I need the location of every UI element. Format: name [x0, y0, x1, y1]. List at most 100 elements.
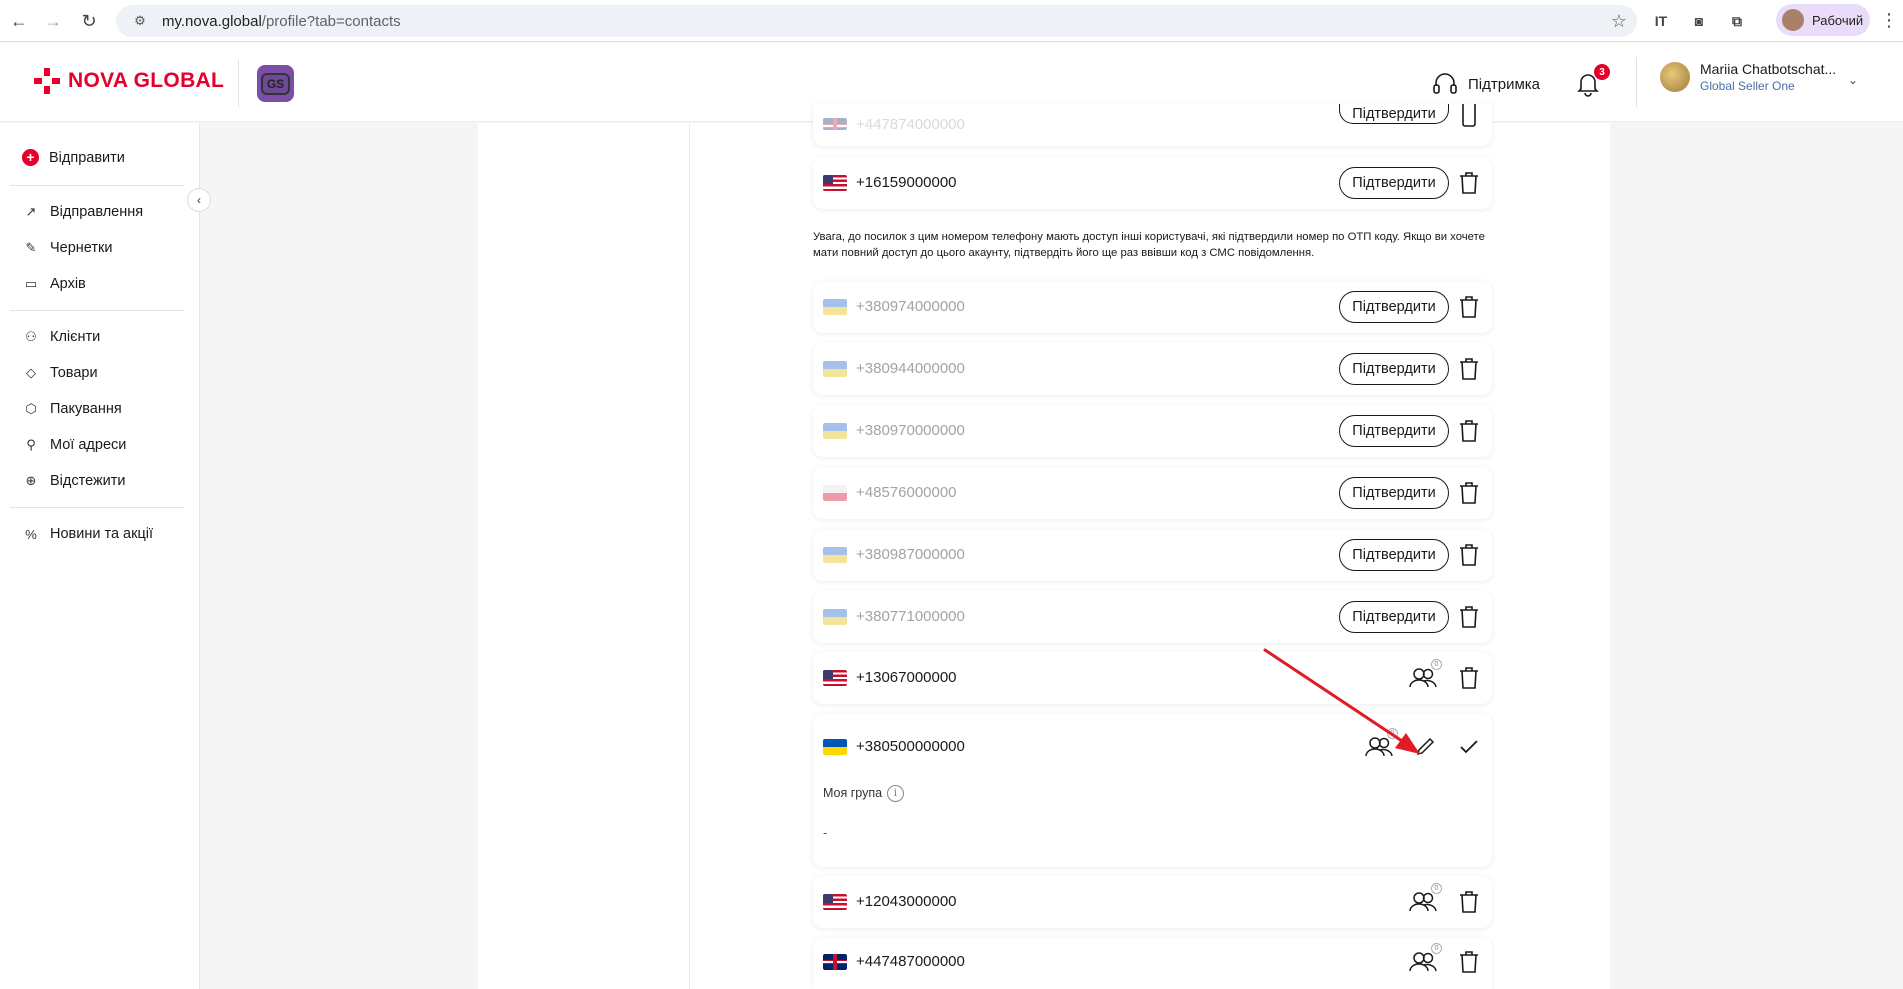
sidebar-item-track[interactable]: ⊕ Відстежити — [22, 472, 126, 490]
contact-row: +12043000000 0 — [813, 876, 1492, 928]
trash-icon[interactable] — [1456, 949, 1482, 975]
nova-global-logo[interactable]: NOVA GLOBAL — [34, 68, 224, 94]
contact-phone: +447874000000 — [856, 116, 965, 133]
trash-icon[interactable] — [1456, 604, 1482, 630]
chevron-down-icon[interactable]: ⌄ — [1848, 73, 1858, 87]
sidebar-item-send[interactable]: + Відправити — [22, 149, 125, 166]
shared-access-notice: Увага, до посилок з цим номером телефону… — [813, 231, 1485, 259]
flag-pl-icon — [823, 485, 847, 501]
address-bar[interactable]: ⚙ my.nova.global/profile?tab=contacts ☆ — [116, 5, 1637, 37]
group-value: - — [823, 825, 828, 840]
support-link[interactable]: Підтримка — [1432, 72, 1540, 96]
confirm-button[interactable]: Підтвердити — [1339, 291, 1449, 323]
confirm-button[interactable]: Підтвердити — [1339, 104, 1449, 124]
arrow-up-right-icon: ↗ — [25, 204, 37, 219]
sidebar-item-packaging[interactable]: ⬡ Пакування — [22, 400, 122, 418]
browser-menu-icon[interactable]: ⋮ — [1880, 10, 1898, 31]
sidebar-item-label: Відстежити — [50, 473, 126, 489]
sidebar-item-label: Чернетки — [50, 240, 113, 256]
contact-row: +16159000000 Підтвердити — [813, 157, 1492, 209]
sidebar: + Відправити ↗ Відправлення ✎ Чернетки ▭… — [0, 123, 200, 989]
sidebar-item-drafts[interactable]: ✎ Чернетки — [22, 239, 113, 257]
trash-icon[interactable] — [1456, 542, 1482, 568]
header-divider — [1636, 57, 1637, 107]
sidebar-item-label: Пакування — [50, 401, 122, 417]
sidebar-item-label: Відправлення — [50, 204, 144, 220]
sidebar-item-clients[interactable]: ⚇ Клієнти — [22, 328, 100, 346]
brand-name: NOVA GLOBAL — [68, 69, 225, 92]
contact-phone: +48576000000 — [856, 484, 957, 501]
flag-us-icon — [823, 175, 847, 191]
flag-us-icon — [823, 670, 847, 686]
percent-icon: % — [25, 526, 37, 542]
profile-label: Рабочий — [1812, 12, 1864, 28]
confirm-button[interactable]: Підтвердити — [1339, 477, 1449, 509]
contact-phone: +380500000000 — [856, 738, 965, 755]
trash-icon[interactable] — [1456, 889, 1482, 915]
contact-row: +447487000000 0 — [813, 937, 1492, 989]
sidebar-item-news[interactable]: % Новини та акції — [22, 525, 153, 543]
group-count-badge: 0 — [1431, 659, 1442, 670]
contact-row: +380970000000 Підтвердити — [813, 405, 1492, 457]
group-count-badge: 0 — [1431, 943, 1442, 954]
translate-extension-icon[interactable]: IT — [1650, 10, 1672, 32]
support-label: Підтримка — [1468, 75, 1541, 93]
back-icon[interactable]: ← — [2, 4, 36, 38]
contact-phone: +380970000000 — [856, 422, 965, 439]
checkmark-icon[interactable] — [1456, 734, 1482, 760]
contact-row: +13067000000 0 — [813, 652, 1492, 704]
edit-icon: ✎ — [25, 240, 37, 255]
flag-us-icon — [823, 894, 847, 910]
confirm-button[interactable]: Підтвердити — [1339, 539, 1449, 571]
sidebar-divider — [10, 507, 184, 508]
archive-icon: ▭ — [24, 276, 38, 291]
global-seller-badge[interactable]: GS — [257, 65, 294, 102]
box-icon: ⬡ — [25, 401, 37, 416]
sidebar-item-addresses[interactable]: ⚲ Мої адреси — [22, 436, 126, 454]
trash-icon[interactable] — [1456, 665, 1482, 691]
flag-gb-icon — [823, 954, 847, 970]
sidebar-item-archive[interactable]: ▭ Архів — [22, 275, 86, 293]
user-role: Global Seller One — [1700, 79, 1795, 93]
pencil-edit-icon[interactable] — [1412, 734, 1438, 760]
flag-gb-icon — [823, 118, 847, 130]
confirm-button[interactable]: Підтвердити — [1339, 415, 1449, 447]
group-label: Моя група — [823, 786, 883, 800]
contact-phone: +380944000000 — [856, 360, 965, 377]
flag-ua-icon — [823, 739, 847, 755]
contact-row: +48576000000 Підтвердити — [813, 467, 1492, 519]
camera-extension-icon[interactable]: ◙ — [1688, 10, 1710, 32]
info-icon[interactable]: i — [887, 785, 904, 802]
trash-icon[interactable] — [1456, 104, 1482, 130]
contact-phone: +12043000000 — [856, 893, 957, 910]
sidebar-item-label: Відправити — [49, 149, 125, 166]
users-icon: ⚇ — [25, 329, 37, 344]
extensions-puzzle-icon[interactable]: ⧉ — [1726, 10, 1748, 32]
trash-icon[interactable] — [1456, 170, 1482, 196]
forward-icon[interactable]: → — [36, 4, 70, 38]
sidebar-collapse-button[interactable]: ‹ — [187, 188, 211, 212]
badge-text: GS — [260, 72, 291, 95]
confirm-button[interactable]: Підтвердити — [1339, 601, 1449, 633]
trash-icon[interactable] — [1456, 480, 1482, 506]
plus-circle-icon: + — [22, 149, 39, 166]
trash-icon[interactable] — [1456, 294, 1482, 320]
trash-icon[interactable] — [1456, 356, 1482, 382]
confirm-button[interactable]: Підтвердити — [1339, 167, 1449, 199]
user-menu[interactable]: Mariia Chatbotschat... Global Seller One — [1660, 61, 1836, 93]
site-info-icon[interactable]: ⚙ — [130, 11, 150, 31]
flag-ua-icon — [823, 609, 847, 625]
contact-row: +380987000000 Підтвердити — [813, 529, 1492, 581]
sidebar-item-goods[interactable]: ◇ Товари — [22, 364, 98, 382]
header-divider — [238, 59, 239, 107]
sidebar-item-shipments[interactable]: ↗ Відправлення — [22, 203, 144, 221]
contact-row: +447874000000 Підтвердити — [813, 104, 1492, 146]
bookmark-star-icon[interactable]: ☆ — [1611, 11, 1627, 32]
contact-phone: +380771000000 — [856, 608, 965, 625]
nova-logo-icon — [34, 68, 60, 94]
contact-phone: +380987000000 — [856, 546, 965, 563]
browser-profile-chip[interactable]: Рабочий — [1776, 4, 1870, 36]
trash-icon[interactable] — [1456, 418, 1482, 444]
confirm-button[interactable]: Підтвердити — [1339, 353, 1449, 385]
reload-icon[interactable]: ↻ — [72, 4, 106, 38]
